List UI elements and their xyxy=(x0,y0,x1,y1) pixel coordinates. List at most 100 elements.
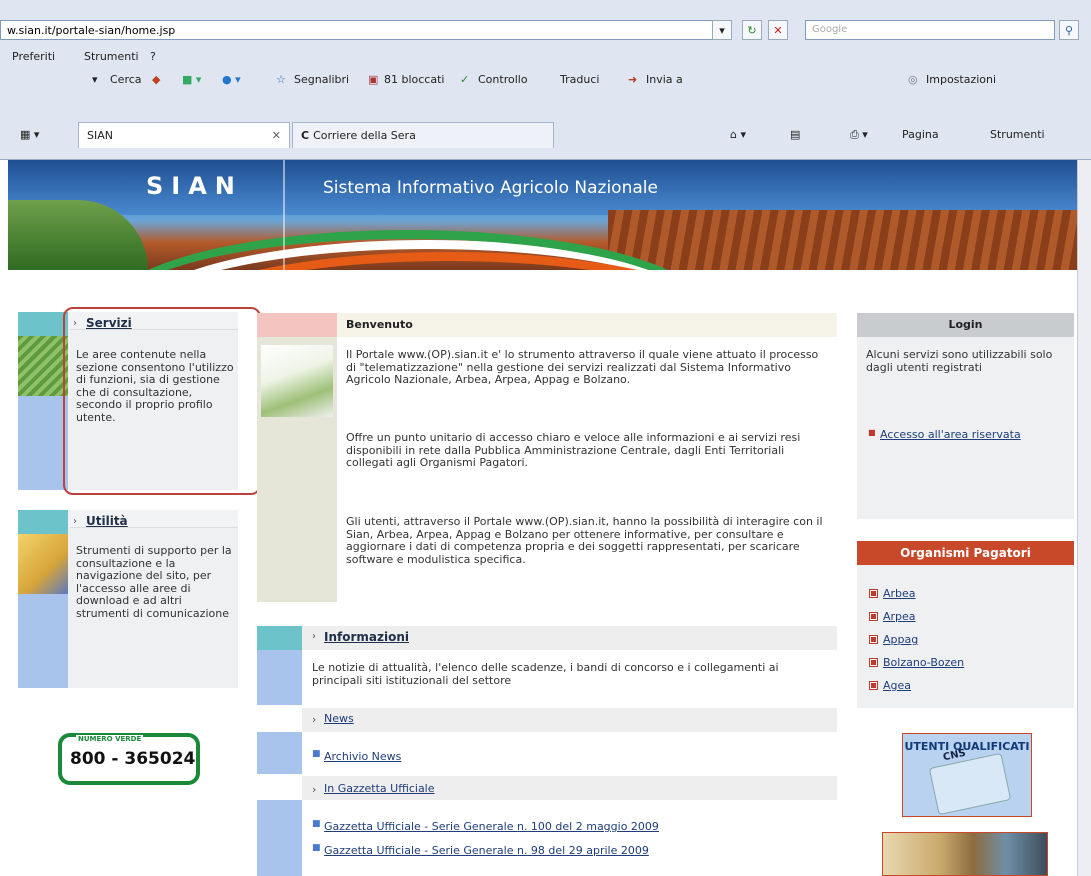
toolbar-invia[interactable]: Invia a xyxy=(646,73,683,86)
utilita-teal-block xyxy=(18,510,68,534)
organismo-arbea-link[interactable]: Arbea xyxy=(883,587,916,600)
servizi-highlight xyxy=(63,307,261,495)
send-icon[interactable]: ➜ xyxy=(628,73,637,86)
gazzetta-item-bullet-icon: ■ xyxy=(312,819,321,829)
utilita-arrow-icon: › xyxy=(73,516,77,527)
login-header: Login xyxy=(857,313,1074,337)
stop-icon[interactable]: ✕ xyxy=(768,20,788,40)
dropdown-icon[interactable]: ▾ xyxy=(712,20,732,40)
toolbar-bloccati[interactable]: 81 bloccati xyxy=(384,73,444,86)
toolbar-cerca[interactable]: Cerca xyxy=(110,73,142,86)
toolbar: ▾ Cerca ◆ ■ ▾ ● ▾ ☆ Segnalibri ▣ 81 bloc… xyxy=(0,68,1091,92)
organismo-arpea-link[interactable]: Arpea xyxy=(883,610,916,623)
print-icon[interactable]: ⎙ ▾ xyxy=(850,128,868,142)
menu-bar: Preferiti Strumenti ? xyxy=(0,48,1091,66)
informazioni-link[interactable]: Informazioni xyxy=(324,630,409,644)
tab-sian-label: SIAN xyxy=(87,129,113,142)
benvenuto-p2: Offre un punto unitario di accesso chiar… xyxy=(346,431,801,469)
plus-icon xyxy=(869,681,878,690)
pagina-menu[interactable]: Pagina xyxy=(902,128,939,141)
organismo-bolzano[interactable]: Bolzano-Bozen xyxy=(869,656,964,669)
toolbar-traduci[interactable]: Traduci xyxy=(560,73,599,86)
page-scrollbar[interactable] xyxy=(1077,160,1091,876)
feeds-icon[interactable]: ▤ xyxy=(790,128,800,141)
search-icon[interactable]: ⚲ xyxy=(1059,20,1079,40)
toolbar-segnalibri[interactable]: Segnalibri xyxy=(294,73,349,86)
numero-verde-number: 800 - 365024 xyxy=(70,749,196,769)
login-text: Alcuni servizi sono utilizzabili solo da… xyxy=(866,348,1053,374)
benvenuto-pink-block xyxy=(257,313,337,337)
toolbar-icon-3[interactable]: ● ▾ xyxy=(222,73,241,86)
tab-bar: ▦ ▾ SIAN ✕ C Corriere della Sera ⌂ ▾ ▤ ⎙ … xyxy=(0,118,1091,148)
settings-icon[interactable]: ◎ xyxy=(908,73,918,86)
banner-field xyxy=(608,210,1083,270)
banner-divider xyxy=(283,160,285,270)
numero-verde-label: NUMERO VERDE xyxy=(76,735,144,743)
gazzetta-blue-block xyxy=(257,800,302,876)
informazioni-teal-block xyxy=(257,626,302,650)
benvenuto-title: Benvenuto xyxy=(346,318,413,331)
informazioni-text: Le notizie di attualità, l'elenco delle … xyxy=(312,661,779,687)
organismo-appag-link[interactable]: Appag xyxy=(883,633,918,646)
corriere-icon: C xyxy=(301,129,310,142)
login-link[interactable]: Accesso all'area riservata xyxy=(880,428,1021,442)
toolbar-controllo[interactable]: Controllo xyxy=(478,73,528,86)
plus-icon xyxy=(869,612,878,621)
archivio-news-link[interactable]: Archivio News xyxy=(324,750,401,764)
strumenti-menu[interactable]: Strumenti xyxy=(990,128,1045,141)
benvenuto-p3: Gli utenti, attraverso il Portale www.(O… xyxy=(346,515,823,566)
tab-sian[interactable]: SIAN ✕ xyxy=(78,122,290,148)
toolbar-icon-2[interactable]: ■ ▾ xyxy=(182,73,201,86)
browser-chrome: w.sian.it/portale-sian/home.jsp ▾ ↻ ✕ Go… xyxy=(0,0,1091,160)
organismo-appag[interactable]: Appag xyxy=(869,633,918,646)
menu-preferiti[interactable]: Preferiti xyxy=(12,50,55,63)
utilita-blue-block xyxy=(18,594,68,688)
organismo-arbea[interactable]: Arbea xyxy=(869,587,916,600)
organismo-arpea[interactable]: Arpea xyxy=(869,610,916,623)
search-input[interactable]: Google xyxy=(805,20,1055,40)
menu-strumenti[interactable]: Strumenti xyxy=(84,50,139,63)
news-blue-block xyxy=(257,732,302,774)
toolbar-dropdown-icon[interactable]: ▾ xyxy=(92,73,98,86)
servizi-teal-block xyxy=(18,312,68,336)
numero-verde[interactable]: NUMERO VERDE 800 - 365024 xyxy=(58,733,200,785)
toolbar-impostazioni[interactable]: Impostazioni xyxy=(926,73,996,86)
utenti-qualificati-title: UTENTI QUALIFICATI xyxy=(904,740,1030,753)
benvenuto-p1: Il Portale www.(OP).sian.it e' lo strume… xyxy=(346,348,819,386)
utilita-link[interactable]: Utilità xyxy=(86,514,128,528)
home-icon[interactable]: ⌂ ▾ xyxy=(730,128,746,141)
news-row xyxy=(302,708,837,732)
gazzetta-item-bullet-icon: ■ xyxy=(312,843,321,853)
site-banner: SIAN Sistema Informativo Agricolo Nazion… xyxy=(8,160,1083,270)
tab-grid-icon[interactable]: ▦ ▾ xyxy=(20,128,39,141)
benvenuto-side-panel xyxy=(257,337,337,602)
organismo-agea[interactable]: Agea xyxy=(869,679,911,692)
gazzetta-link[interactable]: In Gazzetta Ufficiale xyxy=(324,782,435,796)
menu-help[interactable]: ? xyxy=(150,50,156,63)
refresh-icon[interactable]: ↻ xyxy=(742,20,762,40)
gazzetta-item-1[interactable]: Gazzetta Ufficiale - Serie Generale n. 1… xyxy=(324,820,659,834)
popup-block-icon[interactable]: ▣ xyxy=(368,73,378,86)
utenti-qualificati-banner[interactable]: UTENTI QUALIFICATI CNS xyxy=(902,733,1032,817)
gazzetta-item-2[interactable]: Gazzetta Ufficiale - Serie Generale n. 9… xyxy=(324,844,649,858)
url-input[interactable]: w.sian.it/portale-sian/home.jsp xyxy=(0,20,730,40)
informazioni-arrow-icon: › xyxy=(312,631,316,642)
news-link[interactable]: News xyxy=(324,712,354,726)
plus-icon xyxy=(869,589,878,598)
login-bullet-icon: ■ xyxy=(868,428,876,437)
organismi-header: Organismi Pagatori xyxy=(857,541,1074,565)
news-arrow-icon: › xyxy=(312,713,317,726)
tab-corriere[interactable]: C Corriere della Sera xyxy=(292,122,554,148)
spellcheck-icon[interactable]: ✓ xyxy=(460,73,469,86)
bookmark-star-icon[interactable]: ☆ xyxy=(276,73,286,86)
sian-logo[interactable]: SIAN xyxy=(146,172,243,200)
organismo-agea-link[interactable]: Agea xyxy=(883,679,911,692)
servizi-image xyxy=(18,336,68,396)
photo-strip[interactable] xyxy=(882,832,1048,876)
utilita-text: Strumenti di supporto per la consultazio… xyxy=(76,544,232,620)
organismo-bolzano-link[interactable]: Bolzano-Bozen xyxy=(883,656,964,669)
address-bar: w.sian.it/portale-sian/home.jsp ▾ ↻ ✕ Go… xyxy=(0,18,1091,44)
toolbar-icon-1[interactable]: ◆ xyxy=(152,73,160,86)
plus-icon xyxy=(869,635,878,644)
close-icon[interactable]: ✕ xyxy=(272,129,281,142)
